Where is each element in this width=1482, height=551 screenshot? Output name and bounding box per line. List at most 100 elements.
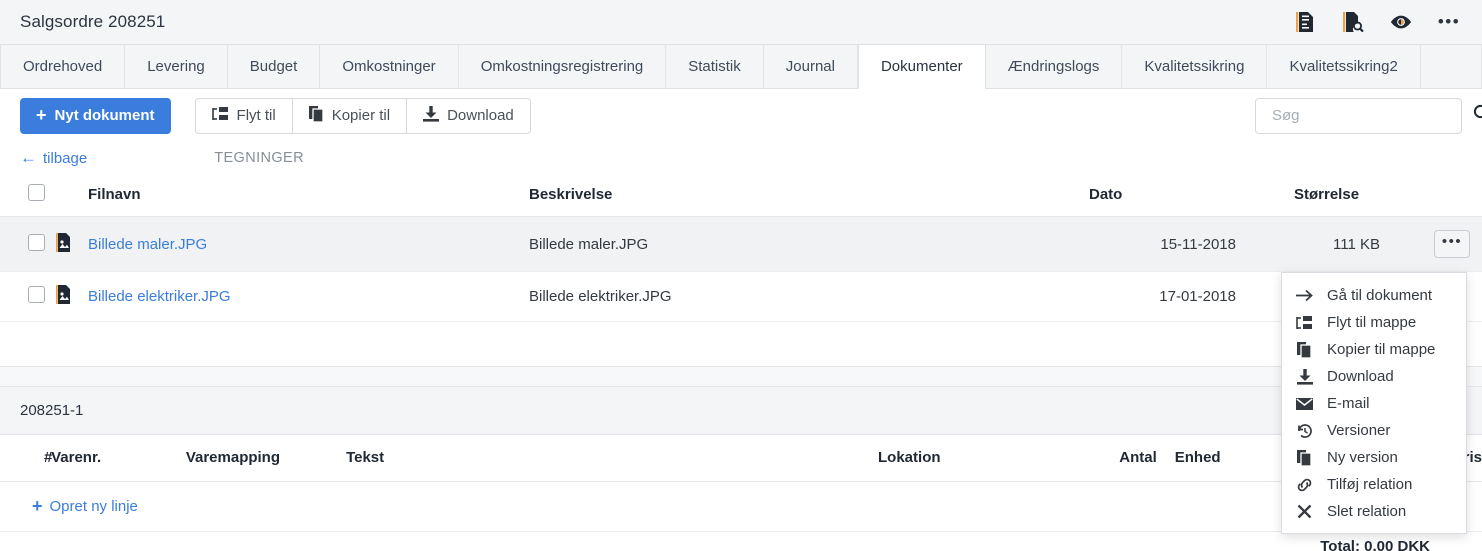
tab-kvalitetssikring2[interactable]: Kvalitetssikring2 — [1267, 45, 1421, 88]
tab-omkostninger[interactable]: Omkostninger — [320, 45, 459, 88]
menu-item-label: Slet relation — [1327, 503, 1407, 520]
tab-ordrehoved[interactable]: Ordrehoved — [0, 45, 126, 88]
move-to-button[interactable]: Flyt til — [194, 97, 293, 134]
documents-table: Filnavn Beskrivelse Dato Størrelse Bille… — [0, 174, 1482, 322]
search-box[interactable] — [1255, 97, 1482, 134]
file-link[interactable]: Billede maler.JPG — [88, 236, 207, 253]
history-icon — [1296, 423, 1313, 439]
search-input[interactable] — [1270, 106, 1473, 125]
toolbar-button-group: Flyt til Kopier til Download — [194, 97, 531, 134]
document-save-icon[interactable] — [1294, 11, 1316, 33]
menu-item-email[interactable]: E-mail — [1282, 390, 1466, 417]
documents-table-head: Filnavn Beskrivelse Dato Størrelse — [0, 174, 1482, 217]
date-cell: 15-11-2018 — [1089, 216, 1294, 272]
filename-cell: Billede maler.JPG — [88, 216, 529, 272]
text-header: Tekst — [346, 435, 879, 482]
create-new-line-link[interactable]: + Opret ny linje — [32, 496, 138, 517]
menu-item-versions[interactable]: Versioner — [1282, 417, 1466, 444]
qty-header: Antal — [1089, 435, 1157, 482]
menu-item-delete-relation[interactable]: Slet relation — [1282, 498, 1466, 525]
image-file-icon — [56, 232, 71, 256]
filename-header[interactable]: Filnavn — [88, 174, 529, 217]
documents-empty-space — [0, 322, 1482, 366]
title-bar: Salgsordre 208251 ••• — [0, 0, 1482, 45]
plus-icon: + — [36, 105, 47, 125]
plus-icon: + — [32, 496, 43, 516]
location-header: Lokation — [878, 435, 1090, 482]
app-window: Salgsordre 208251 ••• Ordrehoved Leverin… — [0, 0, 1482, 551]
row-checkbox[interactable] — [28, 233, 45, 251]
menu-item-copy-to-folder[interactable]: Kopier til mappe — [1282, 336, 1466, 363]
menu-item-label: Download — [1327, 368, 1394, 385]
breadcrumb: ← tilbage TEGNINGER — [0, 142, 1482, 174]
envelope-icon — [1296, 397, 1313, 410]
document-search-icon[interactable] — [1342, 11, 1364, 33]
description-header[interactable]: Beskrivelse — [529, 174, 1089, 217]
tab-statistik[interactable]: Statistik — [666, 45, 764, 88]
date-cell: 17-01-2018 — [1089, 271, 1294, 322]
menu-item-label: Kopier til mappe — [1327, 341, 1436, 358]
tab-bar-filler — [1421, 45, 1482, 88]
documents-table-body: Billede maler.JPG Billede maler.JPG 15-1… — [0, 216, 1482, 322]
menu-item-go-to-document[interactable]: Gå til dokument — [1282, 282, 1466, 309]
image-file-icon — [56, 285, 71, 308]
menu-item-download[interactable]: Download — [1282, 363, 1466, 390]
tab-omkostningsregistrering[interactable]: Omkostningsregistrering — [459, 45, 667, 88]
current-folder-label: TEGNINGER — [214, 150, 305, 166]
description-cell: Billede maler.JPG — [529, 216, 1089, 272]
tab-dokumenter[interactable]: Dokumenter — [857, 45, 986, 89]
tab-aendringslogs[interactable]: Ændringslogs — [986, 45, 1123, 88]
menu-item-move-to-folder[interactable]: Flyt til mappe — [1282, 309, 1466, 336]
document-toolbar: + Nyt dokument Flyt til Kopier til Downl… — [0, 89, 1482, 142]
new-line-row[interactable]: + Opret ny linje — [0, 481, 1482, 532]
move-folder-icon — [211, 106, 229, 125]
menu-item-new-version[interactable]: Ny version — [1282, 444, 1466, 471]
menu-item-label: Tilføj relation — [1327, 476, 1413, 493]
order-lines-body: + Opret ny linje — [0, 481, 1482, 532]
select-all-header — [0, 174, 56, 217]
menu-item-label: Gå til dokument — [1327, 287, 1433, 304]
link-icon — [1296, 477, 1313, 493]
arrow-right-icon — [1296, 289, 1313, 302]
copy-icon — [1296, 449, 1313, 466]
line-number-header: # — [0, 435, 52, 482]
documents-header-row: Filnavn Beskrivelse Dato Størrelse — [0, 174, 1482, 217]
filename-cell: Billede elektriker.JPG — [88, 271, 529, 322]
row-actions-cell: ••• — [1434, 216, 1482, 272]
menu-item-label: Flyt til mappe — [1327, 314, 1417, 331]
select-all-checkbox[interactable] — [28, 184, 45, 201]
tab-kvalitetssikring[interactable]: Kvalitetssikring — [1122, 45, 1268, 88]
tab-bar: Ordrehoved Levering Budget Omkostninger … — [0, 45, 1482, 89]
copy-icon — [1296, 341, 1313, 358]
row-select-cell — [0, 216, 56, 272]
download-button[interactable]: Download — [406, 97, 531, 134]
table-row[interactable]: Billede elektriker.JPG Billede elektrike… — [0, 271, 1482, 322]
download-icon — [423, 105, 440, 126]
ellipsis-icon[interactable]: ••• — [1438, 11, 1460, 33]
tab-journal[interactable]: Journal — [764, 45, 858, 88]
order-line-title: 208251-1 — [20, 402, 84, 419]
date-header[interactable]: Dato — [1089, 174, 1294, 217]
arrow-left-icon: ← — [20, 148, 37, 167]
table-row[interactable]: Billede maler.JPG Billede maler.JPG 15-1… — [0, 216, 1482, 272]
row-actions-button[interactable]: ••• — [1434, 230, 1470, 258]
titlebar-actions: ••• — [1294, 11, 1466, 33]
new-document-button[interactable]: + Nyt dokument — [20, 97, 171, 134]
file-icon-header — [56, 174, 88, 217]
order-lines-table: # Varenr. Varemapping Tekst Lokation Ant… — [0, 435, 1482, 532]
copy-to-button[interactable]: Kopier til — [291, 97, 408, 134]
move-to-label: Flyt til — [236, 107, 276, 124]
file-link[interactable]: Billede elektriker.JPG — [88, 288, 231, 305]
row-checkbox[interactable] — [28, 286, 45, 303]
page-title: Salgsordre 208251 — [20, 12, 166, 31]
menu-item-add-relation[interactable]: Tilføj relation — [1282, 471, 1466, 498]
size-header[interactable]: Størrelse — [1294, 174, 1434, 217]
menu-item-label: Versioner — [1327, 422, 1391, 439]
back-link-label: tilbage — [43, 149, 88, 167]
tab-levering[interactable]: Levering — [125, 45, 228, 88]
item-no-header: Varenr. — [51, 435, 186, 482]
back-link[interactable]: ← tilbage — [20, 148, 87, 168]
eye-icon[interactable] — [1390, 11, 1412, 33]
tab-budget[interactable]: Budget — [228, 45, 321, 88]
search-icon[interactable] — [1473, 104, 1482, 127]
